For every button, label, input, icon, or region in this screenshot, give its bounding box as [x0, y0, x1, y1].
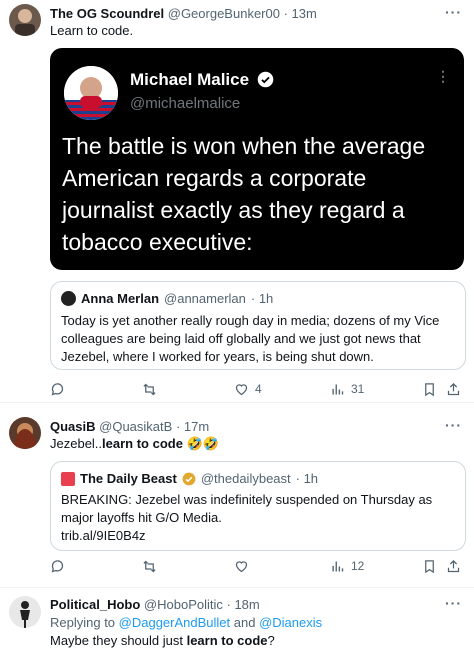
like-button[interactable] — [234, 557, 255, 575]
quoted-tweet[interactable]: Anna Merlan @annamerlan · 1h Today is ye… — [50, 281, 466, 370]
avatar[interactable] — [9, 4, 41, 36]
author-handle[interactable]: @QuasikatB — [99, 419, 172, 434]
views-count: 12 — [351, 559, 365, 573]
bookmark-icon — [425, 382, 434, 396]
retweet-button[interactable] — [142, 557, 163, 575]
replying-to: Replying to @DaggerAndBullet and @Dianex… — [50, 614, 322, 631]
reply-button[interactable] — [50, 380, 71, 398]
card-author-name: Michael Malice — [130, 70, 250, 89]
tweet-header: Political_Hobo @HoboPolitic · 18m — [50, 597, 454, 612]
author-name[interactable]: QuasiB — [50, 419, 96, 434]
tweet-3[interactable]: Political_Hobo @HoboPolitic · 18m ··· Re… — [0, 588, 474, 655]
verified-badge-icon — [182, 472, 196, 485]
views-button[interactable]: 31 — [330, 380, 364, 398]
retweet-button[interactable] — [142, 380, 163, 398]
card-more-icon: ⋮ — [436, 68, 450, 84]
reply-icon — [51, 559, 64, 572]
author-handle[interactable]: @HoboPolitic — [144, 597, 223, 612]
tweet-text-prefix: Maybe they should just — [50, 633, 187, 648]
like-count: 4 — [255, 382, 262, 396]
tweet-text-prefix: Jezebel.. — [50, 436, 103, 451]
tweet-text-bold: learn to code — [102, 436, 183, 451]
quote-author-handle: @thedailybeast — [200, 471, 291, 486]
retweet-icon — [143, 383, 156, 395]
replying-prefix: Replying to — [50, 615, 119, 630]
author-handle[interactable]: @GeorgeBunker00 — [168, 6, 280, 21]
quote-text: BREAKING: Jezebel was indefinitely suspe… — [61, 492, 433, 525]
tweet-actions: 12 — [50, 557, 460, 575]
tweet-text: Jezebel..learn to code 🤣🤣 — [50, 435, 219, 452]
quote-author-handle: @annamerlan — [164, 291, 246, 306]
avatar[interactable] — [9, 417, 41, 449]
more-options-icon[interactable]: ··· — [445, 4, 462, 20]
author-name[interactable]: Political_Hobo — [50, 597, 140, 612]
bookmark-icon — [425, 559, 434, 573]
views-count: 31 — [351, 382, 365, 396]
heart-icon — [235, 560, 248, 572]
avatar[interactable] — [9, 596, 41, 628]
quote-author-name: The Daily Beast — [80, 471, 177, 486]
timestamp[interactable]: · 17m — [176, 419, 209, 434]
reply-mention-2[interactable]: @Dianexis — [259, 615, 322, 630]
more-options-icon[interactable]: ··· — [445, 595, 462, 611]
quote-avatar — [61, 471, 75, 486]
verified-badge-icon — [257, 71, 274, 87]
tweet-text: Maybe they should just learn to code? — [50, 632, 275, 649]
quote-timestamp: · 1h — [250, 291, 274, 306]
tweet-1[interactable]: The OG Scoundrel @GeorgeBunker00 · 13m ·… — [0, 0, 474, 403]
tweet-text-emoji: 🤣🤣 — [182, 436, 219, 451]
bookmark-button[interactable] — [422, 557, 437, 575]
share-button[interactable] — [446, 380, 461, 398]
author-name[interactable]: The OG Scoundrel — [50, 6, 164, 21]
bookmark-button[interactable] — [422, 380, 437, 398]
card-author-handle: @michaelmalice — [130, 95, 241, 112]
tweet-text-bold: learn to code — [186, 633, 268, 648]
quote-timestamp: · 1h — [295, 471, 319, 486]
like-button[interactable]: 4 — [234, 380, 262, 398]
retweet-icon — [143, 560, 156, 572]
card-avatar — [64, 66, 118, 120]
share-button[interactable] — [446, 557, 461, 575]
timestamp[interactable]: · 18m — [227, 597, 260, 612]
tweet-header: The OG Scoundrel @GeorgeBunker00 · 13m — [50, 6, 454, 21]
quoted-tweet[interactable]: The Daily Beast @thedailybeast · 1h BREA… — [50, 461, 466, 551]
more-options-icon[interactable]: ··· — [445, 417, 462, 433]
quote-text: Today is yet another really rough day in… — [61, 313, 440, 364]
heart-icon — [235, 383, 248, 395]
quote-link[interactable]: trib.al/9IE0B4z — [61, 527, 455, 545]
tweet-actions: 4 31 — [50, 380, 460, 398]
timestamp[interactable]: · 13m — [284, 6, 317, 21]
reply-mention-1[interactable]: @DaggerAndBullet — [119, 615, 230, 630]
replying-and: and — [230, 615, 260, 630]
views-button[interactable]: 12 — [330, 557, 364, 575]
tweet-text: Learn to code. — [50, 23, 134, 38]
tweet-text-suffix: ? — [267, 633, 275, 648]
reply-icon — [51, 382, 64, 395]
tweet-image[interactable]: Michael Malice @michaelmalice ⋮ The batt… — [50, 48, 464, 270]
share-icon — [447, 382, 460, 395]
quote-avatar — [61, 291, 76, 306]
quote-author-name: Anna Merlan — [81, 291, 160, 306]
tweet-header: QuasiB @QuasikatB · 17m — [50, 419, 454, 434]
reply-button[interactable] — [50, 557, 71, 575]
share-icon — [447, 559, 460, 572]
views-icon — [332, 384, 344, 394]
tweet-2[interactable]: QuasiB @QuasikatB · 17m ··· Jezebel..lea… — [0, 403, 474, 588]
card-text: The battle is won when the average Ameri… — [62, 133, 426, 255]
views-icon — [332, 561, 344, 571]
